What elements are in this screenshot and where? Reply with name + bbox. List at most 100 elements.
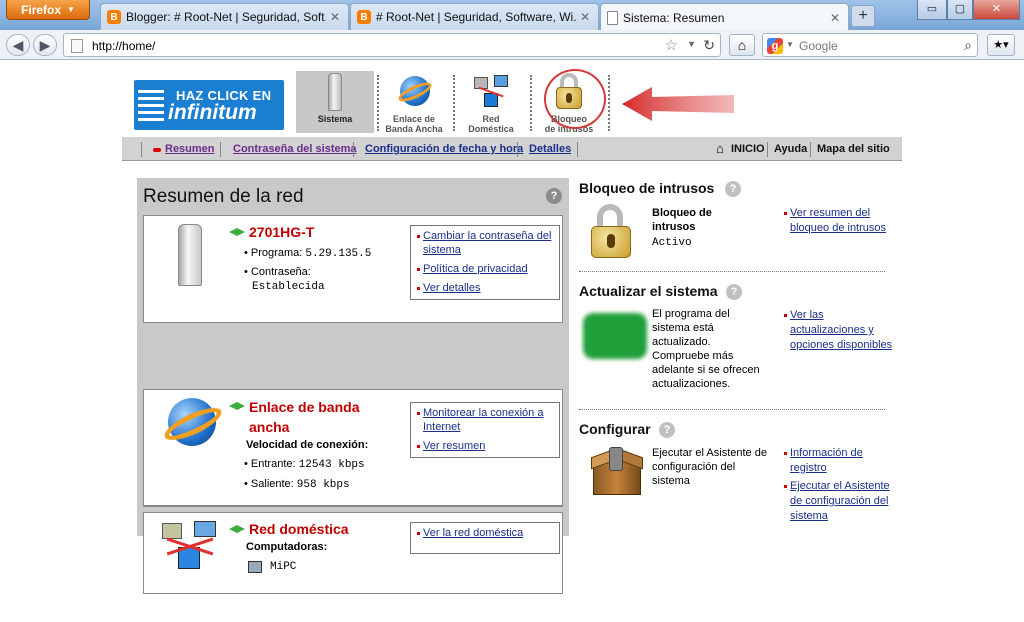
tab-sistema-resumen[interactable]: Sistema: Resumen ✕ — [600, 3, 849, 31]
configure-section: Configurar ? Ejecutar el Asistente de co… — [579, 421, 890, 531]
password-value: Establecida — [252, 281, 325, 293]
section-divider — [579, 271, 885, 272]
subnav-detalles[interactable]: Detalles — [529, 143, 571, 155]
tab-label: Sistema: Resumen — [623, 10, 725, 25]
page-icon — [607, 10, 618, 25]
incoming-label: Entrante: — [250, 458, 296, 470]
help-icon[interactable]: ? — [546, 188, 562, 204]
close-icon[interactable]: ✕ — [330, 10, 342, 24]
intrusion-status-value: Activo — [652, 237, 692, 249]
tab-blogger[interactable]: B Blogger: # Root-Net | Seguridad, Soft.… — [100, 3, 349, 30]
minimize-button[interactable]: ▭ — [917, 0, 947, 20]
run-setup-wizard-link[interactable]: Ejecutar el Asistente de configuración d… — [784, 479, 894, 524]
outgoing-label: Saliente: — [250, 478, 294, 490]
nav-tab-label-2: Banda Ancha — [385, 124, 443, 134]
blogger-icon: B — [107, 10, 121, 24]
star-icon[interactable]: ☆ — [665, 36, 678, 54]
url-bar[interactable]: http://home/ ☆ ▼ ↻ — [63, 33, 721, 57]
highlight-circle — [544, 69, 606, 129]
url-text[interactable]: http://home/ — [92, 39, 155, 53]
broadband-title-1: Enlace de banda — [249, 399, 360, 415]
forward-arrow-icon: ▶ — [39, 37, 51, 53]
subnav-resumen[interactable]: Resumen — [165, 143, 215, 155]
home-icon: ⌂ — [737, 37, 747, 53]
update-status-graphic — [583, 313, 647, 359]
page-icon — [71, 39, 83, 53]
change-password-link[interactable]: Cambiar la contraseña del sistema — [417, 229, 553, 257]
intrusion-title: Bloqueo de intrusos — [579, 180, 715, 196]
section-divider — [579, 409, 885, 410]
program-value: 5.29.135.5 — [305, 248, 372, 260]
firefox-menu-button[interactable]: Firefox ▼ — [6, 0, 90, 20]
infinitum-logo[interactable]: HAZ CLICK EN infinitum — [134, 80, 284, 130]
status-diamond-icon — [229, 402, 245, 410]
home-network-title: Red doméstica — [249, 521, 349, 537]
chevron-down-icon[interactable]: ▼ — [786, 40, 794, 49]
help-icon[interactable]: ? — [726, 284, 742, 300]
help-icon[interactable]: ? — [725, 181, 741, 197]
view-summary-link[interactable]: Ver resumen — [417, 439, 553, 453]
broadband-links: Monitorear la conexión a Internet Ver re… — [410, 402, 560, 458]
blogger-icon: B — [357, 10, 371, 24]
password-line: • Contraseña: — [244, 266, 311, 278]
close-icon[interactable]: ✕ — [580, 10, 592, 24]
home-network-card: Red doméstica Computadoras: MiPC Ver la … — [143, 512, 563, 594]
forward-button[interactable]: ▶ — [33, 34, 57, 56]
subnav-divider — [810, 142, 811, 157]
monitor-connection-link[interactable]: Monitorear la conexión a Internet — [417, 406, 553, 434]
new-tab-button[interactable]: + — [851, 5, 875, 27]
subnav-fecha-hora[interactable]: Configuración de fecha y hora — [365, 143, 523, 155]
google-icon[interactable]: g — [767, 38, 783, 54]
nav-tab-red-domestica[interactable]: Red Doméstica — [452, 71, 530, 134]
close-window-button[interactable]: ✕ — [973, 0, 1020, 20]
nav-tab-banda-ancha[interactable]: Enlace de Banda Ancha — [375, 71, 453, 134]
nav-tab-label-2: Doméstica — [468, 124, 514, 134]
tab-label: # Root-Net | Seguridad, Software, Wi... — [376, 10, 576, 24]
search-box[interactable]: g ▼ Google ⌕ — [762, 33, 978, 57]
help-icon[interactable]: ? — [659, 422, 675, 438]
subnav-mapa[interactable]: Mapa del sitio — [817, 143, 890, 155]
view-home-network-link[interactable]: Ver la red doméstica — [417, 526, 553, 540]
network-icon — [160, 519, 220, 575]
broadband-card-body: Enlace de banda ancha Velocidad de conex… — [143, 389, 563, 506]
maximize-button[interactable]: ▢ — [947, 0, 973, 20]
subnav-divider — [577, 142, 578, 157]
subnav-inicio[interactable]: INICIO — [731, 143, 765, 155]
page-title: Resumen de la red — [143, 186, 304, 207]
incoming-line: • Entrante: 12543 kbps — [244, 458, 365, 471]
chevron-down-icon[interactable]: ▼ — [687, 39, 696, 49]
view-updates-link[interactable]: Ver las actualizaciones y opciones dispo… — [784, 308, 894, 353]
logo-lines-graphic — [138, 90, 164, 122]
bookmarks-button[interactable]: ★▾ — [987, 34, 1015, 56]
close-icon[interactable]: ✕ — [830, 11, 842, 25]
firefox-menu-label: Firefox — [21, 2, 62, 17]
registration-info-link[interactable]: Información de registro — [784, 446, 894, 476]
subnav-ayuda[interactable]: Ayuda — [774, 143, 807, 155]
intrusion-status-title-1: Bloqueo de — [652, 207, 712, 219]
browser-titlebar: Firefox ▼ B Blogger: # Root-Net | Seguri… — [0, 0, 1024, 31]
privacy-policy-link[interactable]: Política de privacidad — [417, 262, 553, 276]
update-title: Actualizar el sistema — [579, 283, 718, 299]
subnav-divider — [141, 142, 142, 157]
status-diamond-icon — [229, 525, 245, 533]
home-button[interactable]: ⌂ — [729, 34, 755, 56]
subnav-divider — [220, 142, 221, 157]
modem-icon — [178, 224, 202, 286]
view-intrusion-summary-link[interactable]: Ver resumen del bloqueo de intrusos — [784, 206, 894, 236]
view-details-link[interactable]: Ver detalles — [417, 281, 553, 295]
reload-icon[interactable]: ↻ — [703, 37, 715, 54]
search-icon[interactable]: ⌕ — [964, 37, 972, 54]
outgoing-value: 958 kbps — [296, 479, 350, 491]
configure-text: Ejecutar el Asistente de configuración d… — [652, 447, 767, 487]
navigation-toolbar: ◀ ▶ http://home/ ☆ ▼ ↻ ⌂ g ▼ Google ⌕ ★▾ — [0, 30, 1024, 60]
subnav-contrasena[interactable]: Contraseña del sistema — [233, 143, 357, 155]
tab-root-net[interactable]: B # Root-Net | Seguridad, Software, Wi..… — [350, 3, 599, 30]
search-placeholder[interactable]: Google — [799, 39, 838, 53]
home-icon[interactable]: ⌂ — [716, 141, 724, 156]
speed-label: Velocidad de conexión: — [246, 439, 369, 451]
intrusion-links: Ver resumen del bloqueo de intrusos — [784, 206, 894, 239]
nav-tab-sistema[interactable]: Sistema — [296, 71, 374, 133]
subnav-divider — [517, 142, 518, 157]
back-button[interactable]: ◀ — [6, 34, 30, 56]
configure-title: Configurar — [579, 421, 651, 437]
